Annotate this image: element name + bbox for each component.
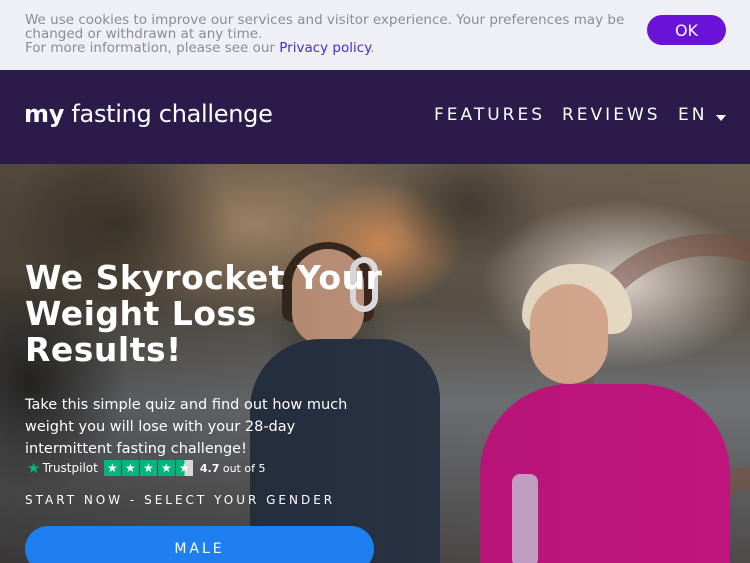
trustpilot-name: Trustpilot (42, 461, 98, 475)
star-icon: ★ (157, 460, 175, 476)
cookie-banner: We use cookies to improve our services a… (0, 0, 750, 70)
male-button[interactable]: MALE (25, 526, 374, 563)
chevron-down-icon[interactable] (716, 115, 726, 121)
nav-features-link[interactable]: FEATURES (434, 105, 545, 125)
rating-text: 4.7 out of 5 (200, 462, 266, 475)
rating-stars: ★ ★ ★ ★ ★ (103, 460, 194, 476)
start-label: START NOW - SELECT YOUR GENDER (25, 493, 336, 507)
trustpilot-rating[interactable]: ★ Trustpilot ★ ★ ★ ★ ★ 4.7 out of 5 (27, 459, 266, 477)
star-icon: ★ (139, 460, 157, 476)
logo-my: my (24, 100, 65, 128)
cookie-text: We use cookies to improve our services a… (25, 13, 665, 55)
star-icon: ★ (103, 460, 121, 476)
language-selector[interactable]: EN (678, 105, 707, 125)
cookie-more-info: For more information, please see our (25, 40, 280, 56)
logo[interactable]: my fasting challenge (24, 100, 273, 128)
cookie-message: We use cookies to improve our services a… (25, 12, 625, 42)
rating-suffix: out of 5 (222, 461, 266, 475)
nav-reviews-link[interactable]: REVIEWS (562, 105, 661, 125)
trustpilot-star-icon: ★ (27, 459, 41, 477)
half-star-icon: ★ (175, 460, 193, 476)
cookie-ok-button[interactable]: OK (647, 15, 726, 45)
star-icon: ★ (121, 460, 139, 476)
logo-rest: fasting challenge (64, 100, 273, 128)
hero-title: We Skyrocket Your Weight Loss Results! (25, 258, 383, 369)
hero-subtitle: Take this simple quiz and find out how m… (25, 397, 348, 457)
cookie-period: . (370, 40, 375, 56)
rating-value: 4.7 (199, 461, 220, 475)
privacy-policy-link[interactable]: Privacy policy (279, 40, 370, 56)
